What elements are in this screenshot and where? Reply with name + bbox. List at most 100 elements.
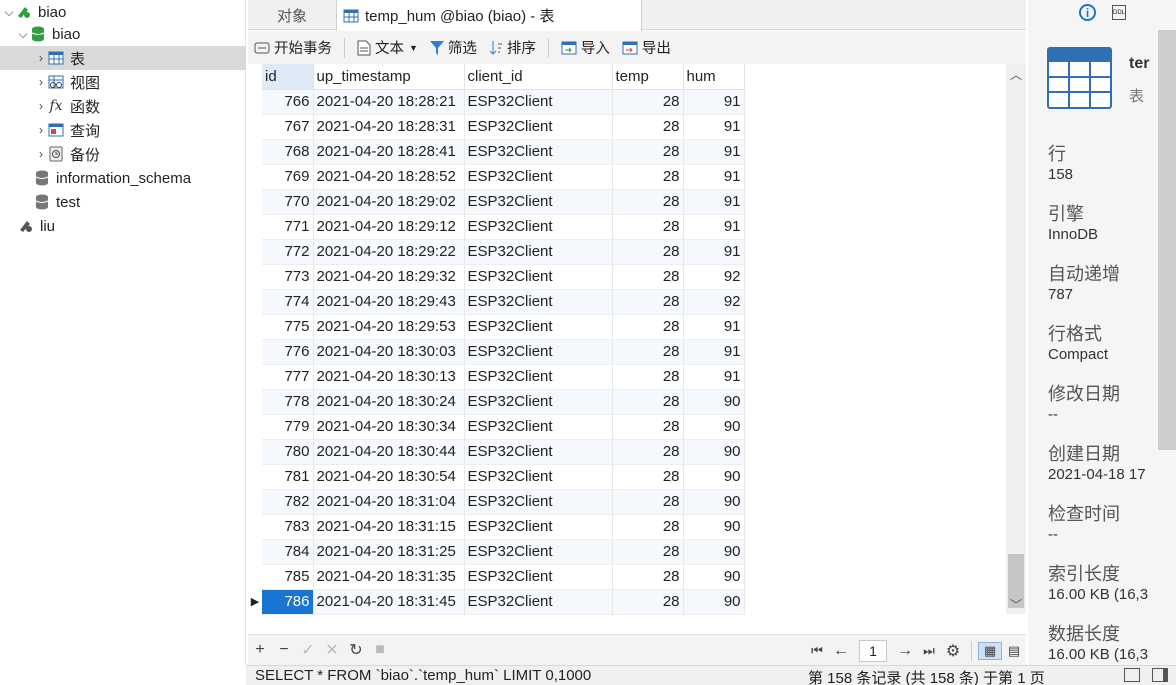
import-button[interactable]: 导入: [561, 37, 610, 58]
cell-hum[interactable]: 91: [683, 339, 745, 365]
vertical-scrollbar[interactable]: ︿ ﹀: [1006, 64, 1026, 614]
cell-up-timestamp[interactable]: 2021-04-20 18:30:54: [313, 464, 465, 490]
cell-up-timestamp[interactable]: 2021-04-20 18:31:25: [313, 539, 465, 565]
cell-client-id[interactable]: ESP32Client: [464, 464, 613, 490]
cell-client-id[interactable]: ESP32Client: [464, 114, 613, 140]
cell-temp[interactable]: 28: [612, 239, 684, 265]
form-view-icon[interactable]: ▤: [1002, 643, 1026, 659]
cell-client-id[interactable]: ESP32Client: [464, 264, 613, 290]
table-row[interactable]: 768 2021-04-20 18:28:41 ESP32Client 28 91: [262, 139, 745, 165]
cell-id[interactable]: 770: [262, 189, 314, 215]
cell-id[interactable]: 785: [262, 564, 314, 590]
cell-up-timestamp[interactable]: 2021-04-20 18:29:12: [313, 214, 465, 240]
cell-up-timestamp[interactable]: 2021-04-20 18:30:34: [313, 414, 465, 440]
table-row[interactable]: 785 2021-04-20 18:31:35 ESP32Client 28 90: [262, 564, 745, 590]
cell-temp[interactable]: 28: [612, 89, 684, 115]
cell-id[interactable]: 782: [262, 489, 314, 515]
cell-id[interactable]: 767: [262, 114, 314, 140]
delete-record-icon[interactable]: −: [272, 641, 296, 659]
cell-id[interactable]: 783: [262, 514, 314, 540]
cell-id[interactable]: 779: [262, 414, 314, 440]
cell-hum[interactable]: 90: [683, 464, 745, 490]
cell-hum[interactable]: 90: [683, 539, 745, 565]
cell-id[interactable]: 773: [262, 264, 314, 290]
cell-hum[interactable]: 90: [683, 439, 745, 465]
table-row[interactable]: 786 2021-04-20 18:31:45 ESP32Client 28 90: [262, 589, 745, 615]
cell-id[interactable]: 780: [262, 439, 314, 465]
cell-id[interactable]: 777: [262, 364, 314, 390]
cell-up-timestamp[interactable]: 2021-04-20 18:29:02: [313, 189, 465, 215]
cell-up-timestamp[interactable]: 2021-04-20 18:29:22: [313, 239, 465, 265]
cell-id[interactable]: 775: [262, 314, 314, 340]
tree-item-queries[interactable]: › 查询: [0, 118, 246, 142]
cell-hum[interactable]: 91: [683, 364, 745, 390]
cell-up-timestamp[interactable]: 2021-04-20 18:28:21: [313, 89, 465, 115]
column-header-up-timestamp[interactable]: up_timestamp: [313, 64, 465, 90]
cell-client-id[interactable]: ESP32Client: [464, 589, 613, 615]
cell-hum[interactable]: 90: [683, 514, 745, 540]
chevron-right-icon[interactable]: ›: [34, 51, 48, 65]
cell-up-timestamp[interactable]: 2021-04-20 18:29:43: [313, 289, 465, 315]
cell-client-id[interactable]: ESP32Client: [464, 514, 613, 540]
chevron-right-icon[interactable]: ›: [34, 123, 48, 137]
table-row[interactable]: 782 2021-04-20 18:31:04 ESP32Client 28 90: [262, 489, 745, 515]
last-page-icon[interactable]: ⏭: [917, 643, 941, 659]
first-page-icon[interactable]: ⏮: [805, 643, 829, 659]
cell-hum[interactable]: 91: [683, 239, 745, 265]
cell-temp[interactable]: 28: [612, 539, 684, 565]
table-row[interactable]: 767 2021-04-20 18:28:31 ESP32Client 28 91: [262, 114, 745, 140]
table-row[interactable]: 775 2021-04-20 18:29:53 ESP32Client 28 91: [262, 314, 745, 340]
cell-temp[interactable]: 28: [612, 164, 684, 190]
tree-item-views[interactable]: › 视图: [0, 70, 246, 94]
tree-item-tables[interactable]: › 表: [0, 46, 246, 70]
cell-up-timestamp[interactable]: 2021-04-20 18:31:35: [313, 564, 465, 590]
column-header-client-id[interactable]: client_id: [464, 64, 613, 90]
cell-hum[interactable]: 90: [683, 414, 745, 440]
cell-id[interactable]: 776: [262, 339, 314, 365]
cell-up-timestamp[interactable]: 2021-04-20 18:31:15: [313, 514, 465, 540]
cell-temp[interactable]: 28: [612, 189, 684, 215]
apply-changes-icon[interactable]: ✓: [296, 640, 320, 660]
cell-id[interactable]: 768: [262, 139, 314, 165]
tree-database-information-schema[interactable]: information_schema: [0, 166, 246, 190]
cell-up-timestamp[interactable]: 2021-04-20 18:28:52: [313, 164, 465, 190]
cell-hum[interactable]: 90: [683, 489, 745, 515]
sort-button[interactable]: 排序: [489, 37, 536, 58]
cell-hum[interactable]: 91: [683, 189, 745, 215]
cell-up-timestamp[interactable]: 2021-04-20 18:30:24: [313, 389, 465, 415]
cell-up-timestamp[interactable]: 2021-04-20 18:29:32: [313, 264, 465, 290]
cell-temp[interactable]: 28: [612, 464, 684, 490]
cell-id[interactable]: 772: [262, 239, 314, 265]
cell-hum[interactable]: 91: [683, 214, 745, 240]
cell-up-timestamp[interactable]: 2021-04-20 18:29:53: [313, 314, 465, 340]
cell-client-id[interactable]: ESP32Client: [464, 139, 613, 165]
cell-client-id[interactable]: ESP32Client: [464, 89, 613, 115]
stop-icon[interactable]: ■: [368, 641, 392, 659]
cell-id[interactable]: 781: [262, 464, 314, 490]
cell-temp[interactable]: 28: [612, 264, 684, 290]
cell-id[interactable]: 769: [262, 164, 314, 190]
cell-temp[interactable]: 28: [612, 514, 684, 540]
scroll-down-icon[interactable]: ﹀: [1006, 594, 1026, 614]
cell-up-timestamp[interactable]: 2021-04-20 18:28:31: [313, 114, 465, 140]
panel-toggle-icon[interactable]: [1124, 668, 1140, 682]
column-header-hum[interactable]: hum: [683, 64, 745, 90]
column-header-temp[interactable]: temp: [612, 64, 684, 90]
add-record-icon[interactable]: +: [248, 641, 272, 659]
table-row[interactable]: 777 2021-04-20 18:30:13 ESP32Client 28 91: [262, 364, 745, 390]
cell-client-id[interactable]: ESP32Client: [464, 214, 613, 240]
export-button[interactable]: 导出: [622, 37, 671, 58]
cell-up-timestamp[interactable]: 2021-04-20 18:30:44: [313, 439, 465, 465]
cell-temp[interactable]: 28: [612, 339, 684, 365]
cell-id[interactable]: 786: [262, 589, 314, 615]
cell-temp[interactable]: 28: [612, 214, 684, 240]
refresh-icon[interactable]: ↻: [344, 640, 368, 660]
table-row[interactable]: 766 2021-04-20 18:28:21 ESP32Client 28 91: [262, 89, 745, 115]
cell-hum[interactable]: 91: [683, 139, 745, 165]
cell-client-id[interactable]: ESP32Client: [464, 314, 613, 340]
cell-up-timestamp[interactable]: 2021-04-20 18:31:04: [313, 489, 465, 515]
cell-hum[interactable]: 91: [683, 314, 745, 340]
previous-page-icon[interactable]: ←: [829, 642, 853, 660]
cell-up-timestamp[interactable]: 2021-04-20 18:31:45: [313, 589, 465, 615]
cell-id[interactable]: 778: [262, 389, 314, 415]
